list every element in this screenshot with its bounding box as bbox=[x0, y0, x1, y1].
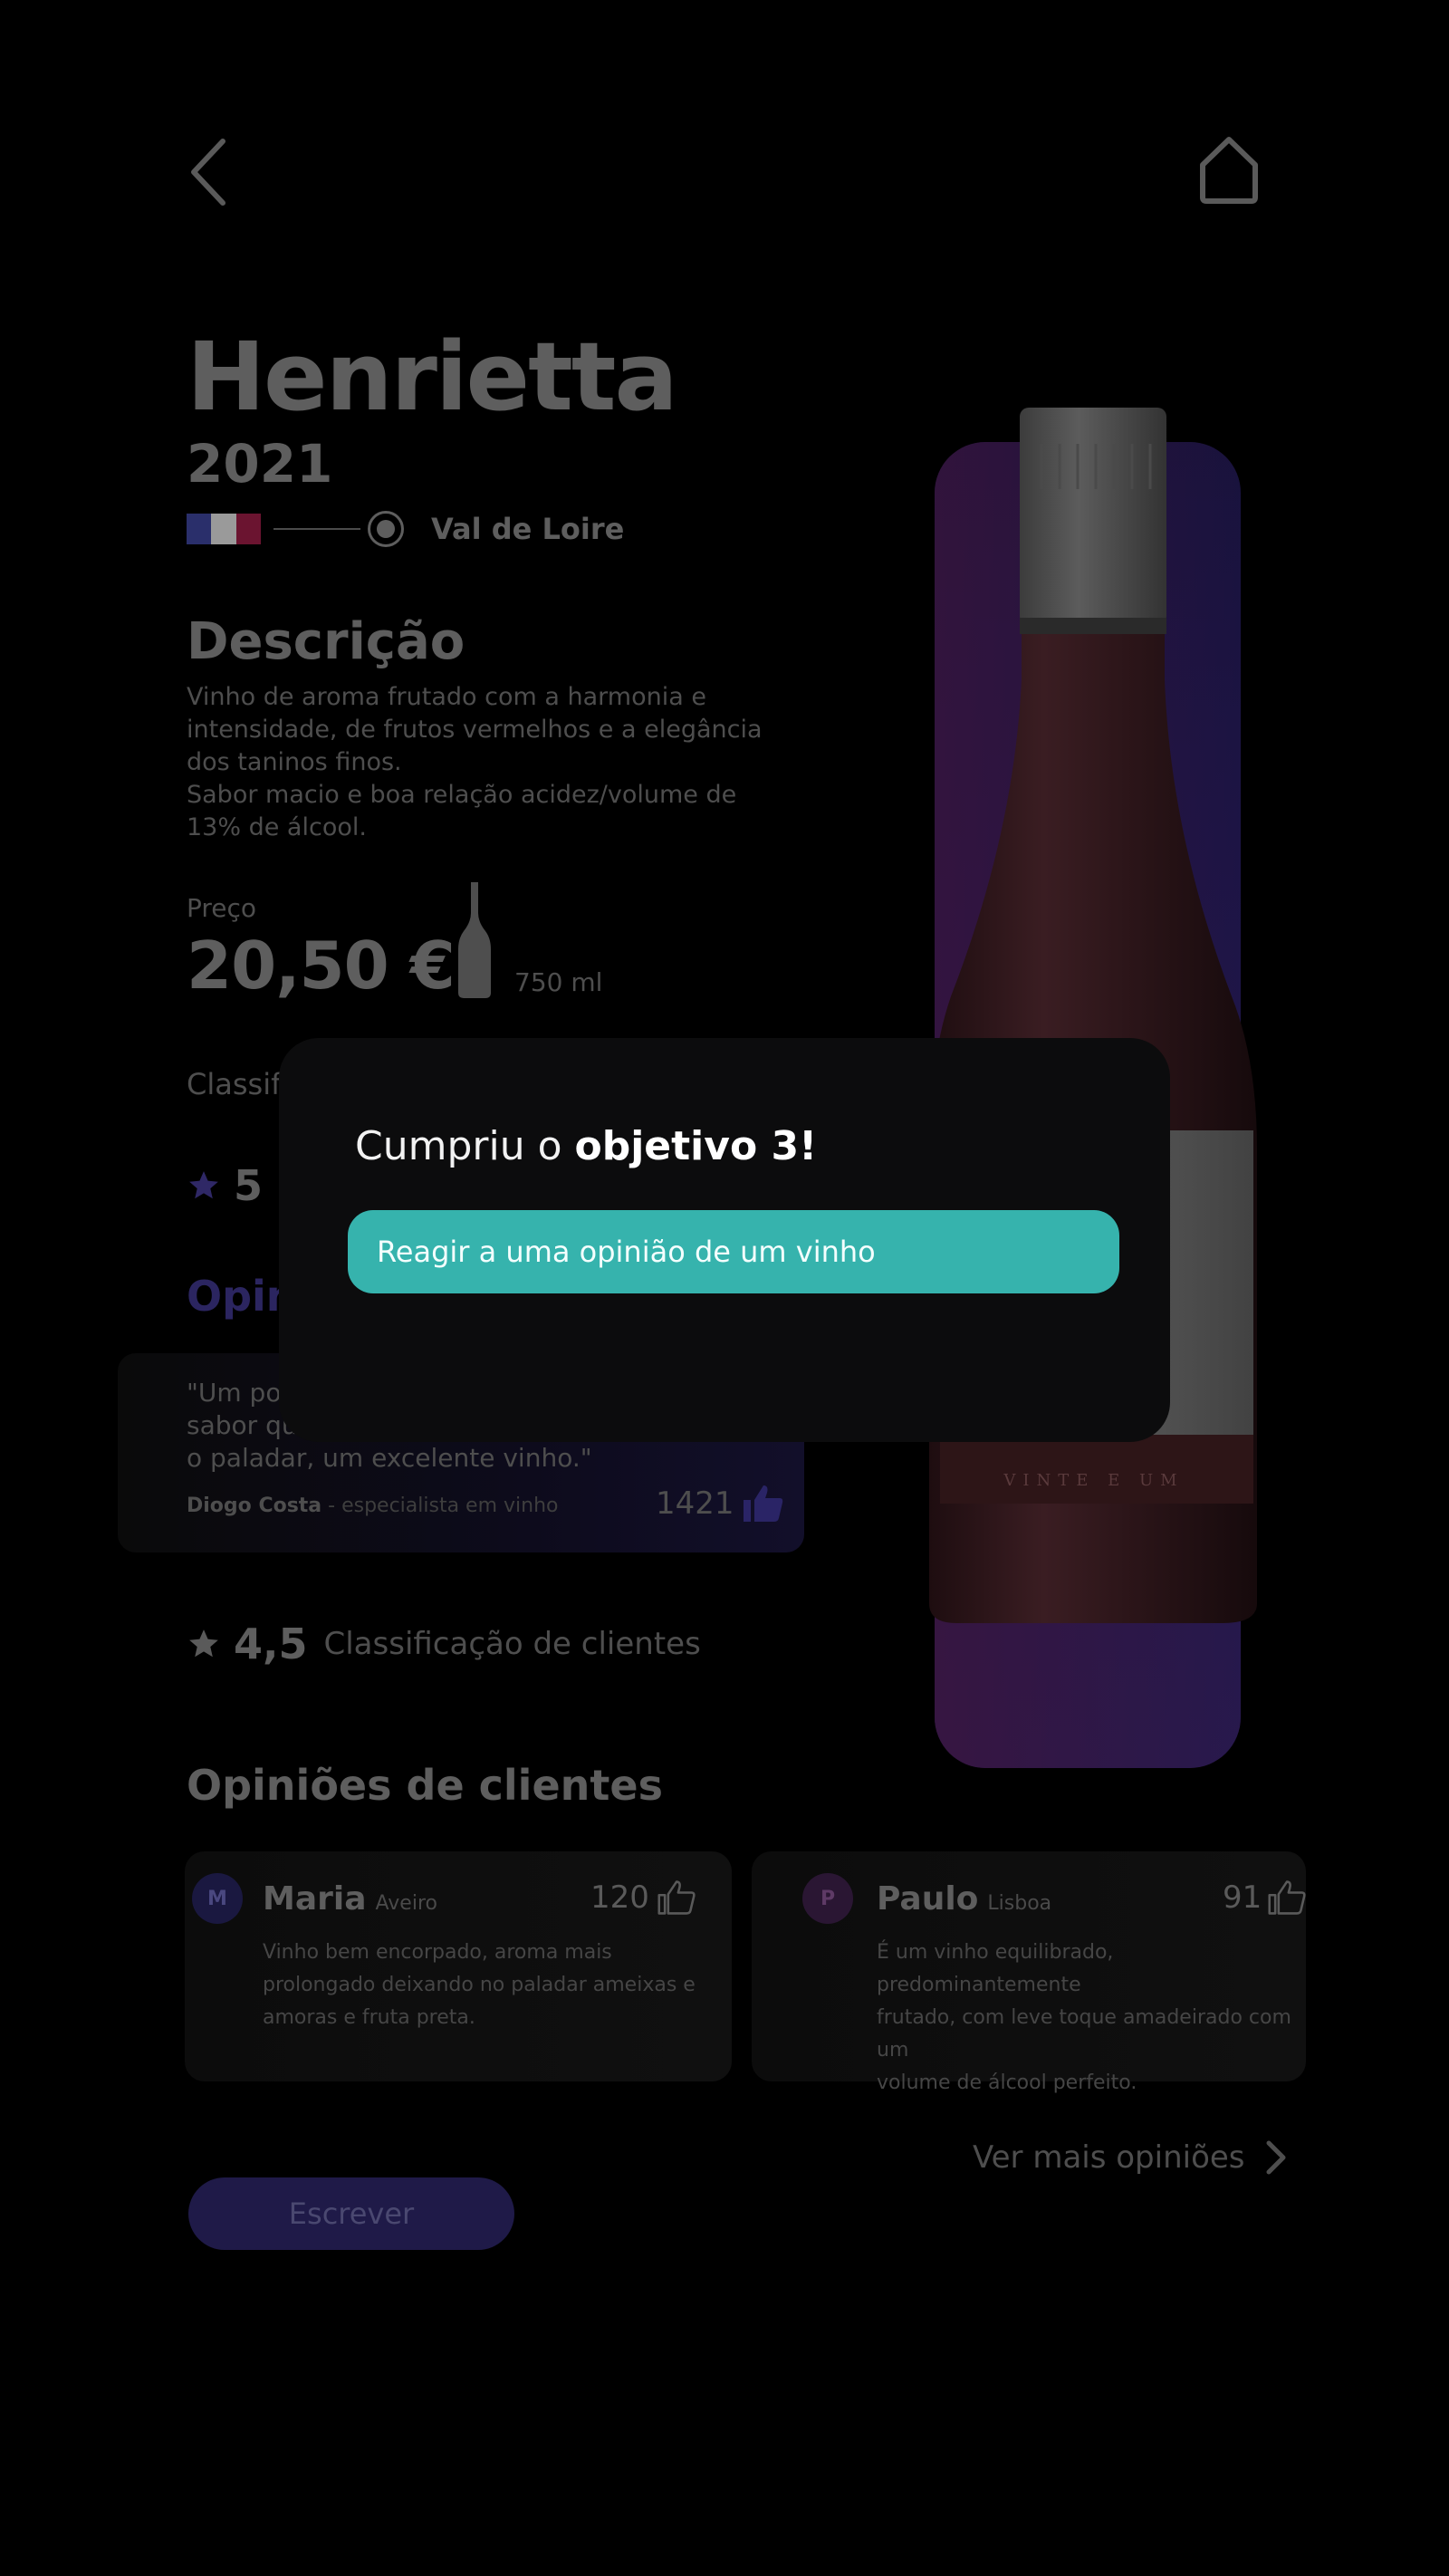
star-icon bbox=[189, 1171, 218, 1199]
chevron-left-icon[interactable] bbox=[187, 136, 230, 208]
star-icon bbox=[189, 1629, 218, 1658]
avatar: P bbox=[802, 1873, 853, 1924]
review-author-city: Aveiro bbox=[375, 1892, 437, 1915]
wine-detail-page: Henrietta 2021 Val de Loire Descrição Vi… bbox=[0, 0, 1449, 2576]
price-value: 20,50 € bbox=[187, 928, 456, 1004]
client-rating: 4,5 Classificação de clientes bbox=[187, 1620, 701, 1668]
review-author: Maria Aveiro bbox=[263, 1880, 437, 1918]
review-author: Paulo Lisboa bbox=[877, 1880, 1051, 1918]
modal-title: Cumpriu o objetivo 3! bbox=[355, 1123, 817, 1169]
expert-rating-value: 5 bbox=[234, 1161, 264, 1210]
france-flag-icon bbox=[187, 514, 261, 544]
bottle-volume: 750 ml bbox=[514, 967, 603, 997]
description-text: Vinho de aroma frutado com a harmonia e … bbox=[187, 683, 763, 841]
price-label: Preço bbox=[187, 893, 257, 923]
review-card[interactable]: M Maria Aveiro 120 Vinho bem encorpado, a… bbox=[185, 1851, 732, 2081]
goal-achieved-modal[interactable]: Cumpriu o objetivo 3! Reagir a uma opini… bbox=[279, 1038, 1170, 1442]
avatar: M bbox=[192, 1873, 243, 1924]
modal-title-prefix: Cumpriu o bbox=[355, 1123, 575, 1169]
expert-author-name: Diogo Costa bbox=[187, 1495, 322, 1517]
expert-rating: 5 bbox=[187, 1161, 263, 1210]
client-rating-label: Classificação de clientes bbox=[323, 1626, 701, 1662]
bottle-band-text: VINTE E UM bbox=[1003, 1471, 1185, 1490]
region-row: Val de Loire bbox=[187, 511, 624, 547]
review-like-button[interactable]: 91 bbox=[1223, 1879, 1307, 1917]
home-icon[interactable] bbox=[1197, 134, 1261, 207]
region-name: Val de Loire bbox=[431, 512, 625, 546]
review-author-name: Maria bbox=[263, 1880, 367, 1918]
expert-like-count: 1421 bbox=[656, 1485, 734, 1522]
review-author-name: Paulo bbox=[877, 1880, 979, 1918]
review-author-city: Lisboa bbox=[987, 1892, 1052, 1915]
goal-badge[interactable]: Reagir a uma opinião de um vinho bbox=[348, 1210, 1119, 1293]
review-like-count: 91 bbox=[1223, 1879, 1262, 1916]
client-opinions-title: Opiniões de clientes bbox=[187, 1761, 663, 1810]
location-dot-icon bbox=[368, 511, 404, 547]
thumbs-up-outline-icon bbox=[1268, 1880, 1306, 1915]
region-connector bbox=[273, 528, 360, 530]
modal-title-bold: objetivo 3! bbox=[574, 1123, 818, 1169]
review-like-button[interactable]: 120 bbox=[590, 1879, 696, 1917]
description-title: Descrição bbox=[187, 612, 465, 671]
wine-year: 2021 bbox=[187, 433, 333, 495]
thumbs-up-icon bbox=[743, 1485, 782, 1522]
client-rating-value: 4,5 bbox=[234, 1620, 308, 1668]
review-text: É um vinho equilibrado, predominantement… bbox=[877, 1941, 1291, 2094]
expert-author-role: - especialista em vinho bbox=[321, 1495, 559, 1517]
write-review-button[interactable]: Escrever bbox=[188, 2177, 514, 2250]
expert-author: Diogo Costa - especialista em vinho bbox=[187, 1495, 559, 1517]
wine-name: Henrietta bbox=[187, 322, 678, 432]
review-like-count: 120 bbox=[590, 1879, 649, 1916]
more-opinions-label: Ver mais opiniões bbox=[973, 2139, 1245, 2176]
expert-like-button[interactable]: 1421 bbox=[656, 1484, 785, 1523]
wine-bottle-image bbox=[929, 408, 1257, 1623]
review-card[interactable]: P Paulo Lisboa 91 É um vinho equilibrado,… bbox=[752, 1851, 1307, 2094]
more-opinions-link[interactable]: Ver mais opiniões bbox=[973, 2139, 1289, 2176]
classification-label: Classif bbox=[187, 1067, 282, 1101]
bottle-icon bbox=[458, 882, 491, 998]
thumbs-up-outline-icon bbox=[657, 1880, 696, 1915]
review-text: Vinho bem encorpado, aroma mais prolonga… bbox=[263, 1941, 696, 2029]
chevron-right-icon bbox=[1266, 2140, 1286, 2175]
